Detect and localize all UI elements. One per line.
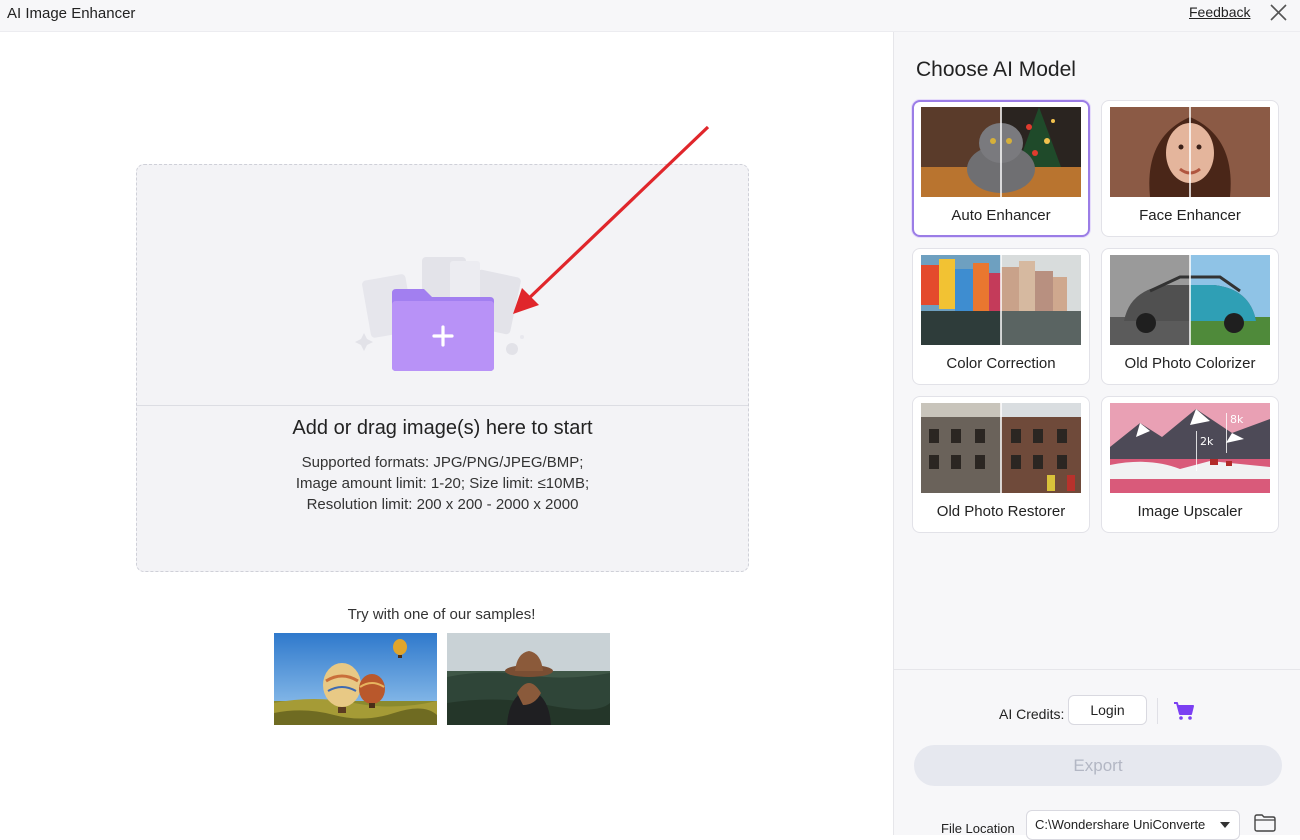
color-correction-thumbnail <box>921 255 1081 345</box>
model-label-old-photo-colorizer: Old Photo Colorizer <box>1124 355 1256 372</box>
supported-formats: Supported formats: JPG/PNG/JPEG/BMP; <box>301 454 584 471</box>
cart-icon[interactable] <box>1173 701 1195 721</box>
model-card-color-correction[interactable]: Color Correction <box>912 248 1090 385</box>
title-bar: AI Image Enhancer Feedback <box>0 0 1300 32</box>
ai-credits-label: AI Credits: <box>999 706 1065 722</box>
chevron-down-icon <box>1220 822 1230 828</box>
app-title: AI Image Enhancer <box>7 5 136 22</box>
sample-woman-in-hat[interactable] <box>447 633 610 725</box>
model-panel: Choose AI Model Auto Enhancer Face Enhan… <box>893 32 1300 840</box>
old-photo-colorizer-thumbnail <box>1110 255 1270 345</box>
model-label-face-enhancer: Face Enhancer <box>1139 207 1241 224</box>
image-dropzone[interactable]: Add or drag image(s) here to start Suppo… <box>136 164 749 572</box>
dropzone-title: Add or drag image(s) here to start <box>292 417 593 439</box>
resolution-limit: Resolution limit: 200 x 200 - 2000 x 200… <box>306 496 579 513</box>
close-icon <box>1270 4 1287 21</box>
auto-enhancer-thumbnail <box>921 107 1081 197</box>
sample-woman-image <box>447 633 610 725</box>
file-location-value: C:\Wondershare UniConverte <box>1035 817 1206 832</box>
sample-hot-air-balloons[interactable] <box>274 633 437 725</box>
amount-limit: Image amount limit: 1-20; Size limit: ≤1… <box>295 475 590 492</box>
folder-icon[interactable] <box>1254 814 1276 832</box>
footer-divider <box>1157 698 1158 724</box>
sample-balloons-image <box>274 633 437 725</box>
dropzone-info: Supported formats: JPG/PNG/JPEG/BMP; Ima… <box>137 452 748 515</box>
add-folder-icon <box>355 257 524 371</box>
panel-title: Choose AI Model <box>916 58 1076 81</box>
face-enhancer-thumbnail <box>1110 107 1270 197</box>
model-card-auto-enhancer[interactable]: Auto Enhancer <box>912 100 1090 237</box>
image-upscaler-thumbnail: 2k 8k <box>1110 403 1270 493</box>
model-label-color-correction: Color Correction <box>946 355 1056 372</box>
upscaler-badge-8k: 8k <box>1230 413 1244 426</box>
export-button[interactable]: Export <box>914 745 1282 786</box>
close-button[interactable] <box>1266 1 1290 25</box>
panel-footer: AI Credits: Login Export File Location C… <box>894 669 1300 840</box>
model-card-old-photo-restorer[interactable]: Old Photo Restorer <box>912 396 1090 533</box>
upscaler-badge-2k: 2k <box>1200 435 1214 448</box>
model-label-auto-enhancer: Auto Enhancer <box>951 207 1051 224</box>
dropzone-divider <box>137 405 748 406</box>
model-card-face-enhancer[interactable]: Face Enhancer <box>1101 100 1279 237</box>
model-label-image-upscaler: Image Upscaler <box>1137 503 1243 520</box>
feedback-link[interactable]: Feedback <box>1189 4 1250 20</box>
model-card-image-upscaler[interactable]: 2k 8k Image Upscaler <box>1101 396 1279 533</box>
file-location-select[interactable]: C:\Wondershare UniConverte <box>1026 810 1240 840</box>
samples-label: Try with one of our samples! <box>347 606 536 623</box>
old-photo-restorer-thumbnail <box>921 403 1081 493</box>
login-button[interactable]: Login <box>1068 695 1147 725</box>
model-label-old-photo-restorer: Old Photo Restorer <box>936 503 1066 520</box>
main-area: Add or drag image(s) here to start Suppo… <box>0 32 893 835</box>
file-location-label: File Location <box>941 821 1015 836</box>
model-card-old-photo-colorizer[interactable]: Old Photo Colorizer <box>1101 248 1279 385</box>
